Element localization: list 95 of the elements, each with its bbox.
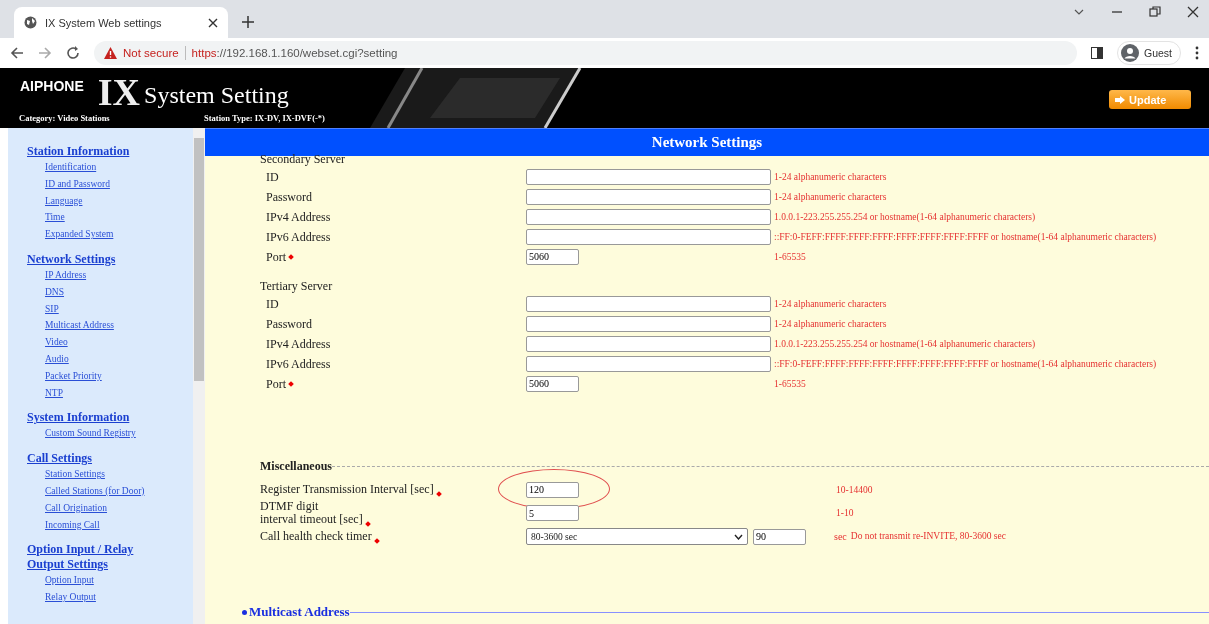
group-title: Tertiary Server	[260, 278, 334, 294]
hint-text: 1-65535	[773, 378, 807, 389]
field-label: Call health check timer	[260, 530, 526, 543]
browser-tab[interactable]: IX System Web settings	[14, 7, 228, 38]
nav-section-link[interactable]: Station Information	[27, 144, 157, 159]
category-label: Category: Video Stations	[19, 113, 111, 123]
hint-text: 1-10	[836, 508, 854, 518]
close-icon[interactable]	[208, 17, 218, 28]
hint-text: 1-24 alphanumeric characters	[773, 191, 888, 202]
text-field[interactable]: 120	[526, 481, 579, 498]
nav-link[interactable]: Relay Output	[45, 589, 193, 606]
bullet-icon	[242, 609, 247, 615]
new-tab-icon[interactable]	[242, 16, 254, 28]
hint-text: 1-24 alphanumeric characters	[773, 318, 888, 329]
page-title: System Setting	[144, 81, 289, 110]
chevron-down-icon	[734, 533, 743, 540]
nav-link[interactable]: Video	[45, 334, 193, 351]
globe-icon	[24, 16, 37, 29]
nav-link[interactable]: Expanded System	[45, 226, 193, 243]
text-field[interactable]	[526, 315, 771, 332]
nav-section-link[interactable]: Network Settings	[27, 252, 157, 267]
unit-label: sec	[834, 531, 847, 542]
field-label: Password	[265, 315, 313, 333]
nav-link[interactable]: DNS	[45, 283, 193, 301]
nav-link[interactable]: SIP	[45, 300, 193, 318]
field-label: IPv6 Address	[265, 228, 332, 246]
field-label: Register Transmission Interval [sec]	[260, 483, 526, 496]
scrollbar[interactable]	[193, 128, 205, 624]
text-field[interactable]	[526, 295, 771, 312]
nav-section-link[interactable]: Call Settings	[27, 451, 157, 467]
nav-link[interactable]: Option Input	[45, 572, 193, 590]
nav-link[interactable]: Identification	[45, 159, 193, 176]
nav-link[interactable]: Custom Sound Registry	[45, 425, 193, 443]
field-label: DTMF digit interval timeout [sec]	[260, 500, 526, 526]
text-field[interactable]: 5060	[526, 248, 579, 265]
nav-section-link[interactable]: Option Input / Relay Output Settings	[27, 542, 157, 573]
field-label: IPv4 Address	[265, 335, 332, 353]
text-field[interactable]: 90	[753, 528, 806, 545]
hint-text: 10-14400	[836, 484, 873, 495]
nav-link[interactable]: Audio	[45, 350, 193, 368]
arrow-right-icon	[1115, 95, 1125, 104]
url-text: https://192.168.1.160/webset.cgi?setting	[191, 47, 398, 59]
field-label: IPv4 Address	[265, 208, 332, 226]
hint-text: 1-24 alphanumeric characters	[773, 298, 888, 309]
hint-text: ::FF:0-FEFF:FFFF:FFFF:FFFF:FFFF:FFFF:FFFF:FFFF or hostname(1-64 alphanumeric characters)	[773, 358, 1158, 369]
hint-text: 1.0.0.1-223.255.255.254 or hostname(1-64 alphanumeric characters)	[773, 211, 1037, 222]
nav-link[interactable]: Packet Priority	[45, 367, 193, 385]
forward-icon[interactable]	[38, 46, 52, 60]
nav-link[interactable]: NTP	[45, 384, 193, 402]
back-icon[interactable]	[10, 46, 24, 60]
hint-text: Do not transmit re-INVITE, 80-3600 sec	[850, 531, 1006, 542]
security-label[interactable]: Not secure	[123, 47, 179, 59]
nav-link[interactable]: IP Address	[45, 267, 193, 284]
nav-section-link[interactable]: System Information	[27, 410, 157, 426]
nav-link[interactable]: Call Origination	[45, 499, 193, 517]
title-initials: IX	[97, 74, 141, 110]
avatar-icon	[1121, 44, 1139, 62]
text-field[interactable]	[526, 335, 771, 352]
close-icon[interactable]	[1187, 6, 1199, 18]
text-field[interactable]: 5	[526, 505, 579, 521]
hint-text: 1.0.0.1-223.255.255.254 or hostname(1-64 alphanumeric characters)	[773, 338, 1037, 349]
restore-icon[interactable]	[1149, 6, 1161, 18]
nav-link[interactable]: Station Settings	[45, 466, 193, 483]
section-heading: Multicast Address	[242, 604, 350, 620]
nav-link[interactable]: ID and Password	[45, 175, 193, 193]
field-label: Port	[260, 374, 526, 393]
text-field[interactable]	[526, 168, 771, 185]
field-label: IPv6 Address	[265, 355, 332, 373]
field-label: Password	[265, 188, 313, 206]
brand-logo: AIPHONE	[20, 78, 84, 94]
tab-title: IX System Web settings	[45, 16, 163, 29]
text-field[interactable]	[526, 188, 771, 205]
warning-icon	[104, 47, 117, 59]
nav-link[interactable]: Multicast Address	[45, 317, 193, 335]
nav-link[interactable]: Called Stations (for Door)	[45, 482, 193, 500]
field-label: Port	[260, 247, 526, 266]
text-field[interactable]	[526, 228, 771, 245]
group-title: Miscellaneous	[260, 459, 332, 474]
hint-text: 1-65535	[773, 251, 807, 262]
station-type-label: Station Type: IX-DV, IX-DVF(-*)	[204, 113, 325, 123]
reload-icon[interactable]	[66, 46, 80, 60]
nav-link[interactable]: Language	[45, 192, 193, 210]
text-field[interactable]	[526, 355, 771, 372]
hint-text: ::FF:0-FEFF:FFFF:FFFF:FFFF:FFFF:FFFF:FFFF:FFFF or hostname(1-64 alphanumeric characters)	[773, 231, 1158, 242]
dropdown[interactable]: 80-3600 sec	[526, 528, 748, 545]
field-label: ID	[265, 295, 280, 313]
address-bar[interactable]: Not secure https://192.168.1.160/webset.cgi?setting	[94, 41, 1077, 65]
nav-link[interactable]: Time	[45, 209, 193, 227]
text-field[interactable]: 5060	[526, 375, 579, 392]
side-panel-icon[interactable]	[1091, 47, 1103, 59]
more-icon[interactable]	[1195, 46, 1199, 60]
field-label: ID	[265, 168, 280, 186]
text-field[interactable]	[526, 208, 771, 225]
hint-text: 1-24 alphanumeric characters	[773, 171, 888, 182]
nav-link[interactable]: Incoming Call	[45, 516, 193, 534]
